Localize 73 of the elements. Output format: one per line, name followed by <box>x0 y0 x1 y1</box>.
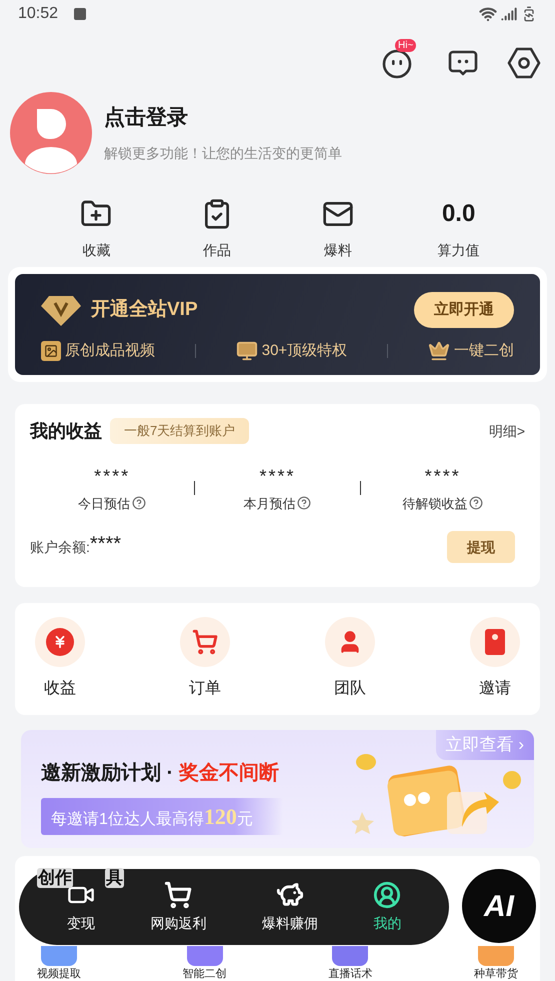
balance-value: **** <box>90 534 122 554</box>
action-item[interactable]: 订单 <box>180 617 230 701</box>
stat-item[interactable]: 作品 <box>156 198 278 261</box>
banner-headline: 邀新激励计划 · 奖金不间断 <box>41 760 280 786</box>
diamond-icon <box>41 294 81 326</box>
tool-item[interactable]: 视频提取 <box>37 946 81 980</box>
tools-title: 具 <box>105 868 124 888</box>
settings-button[interactable] <box>507 46 541 80</box>
stat-label: 算力值 <box>438 241 480 260</box>
tool-label: 直播话术 <box>328 968 372 980</box>
help-icon[interactable] <box>469 496 484 510</box>
keyboard-status-icon <box>74 8 86 20</box>
stat-label: 收藏 <box>82 241 110 260</box>
tool-label: 智能二创 <box>182 968 227 980</box>
cart-icon <box>164 880 192 908</box>
yen-coin-icon <box>46 628 74 656</box>
vip-perk: 原创成品视频 <box>65 341 155 361</box>
details-link[interactable]: 明细> <box>488 420 525 442</box>
action-label: 订单 <box>189 679 221 699</box>
earnings-title: 我的收益 <box>30 420 102 442</box>
tool-item[interactable]: 智能二创 <box>182 946 227 980</box>
vip-perk: 一键二创 <box>454 341 514 361</box>
assistant-button[interactable]: Hi~ <box>381 39 419 79</box>
settlement-tag: 一般7天结算到账户 <box>110 418 250 444</box>
signal-icon <box>501 6 517 22</box>
tool-item[interactable]: 种草带货 <box>474 946 518 980</box>
nav-tab[interactable]: 我的 <box>373 880 402 934</box>
cart-icon <box>192 629 218 655</box>
settings-icon <box>507 46 541 80</box>
stat-value: 0.0 <box>442 199 476 229</box>
banner-offer: 每邀请1位达人最高得120元 <box>41 798 283 835</box>
open-vip-button[interactable]: 立即开通 <box>414 292 514 328</box>
metric-label: 待解锁收益 <box>402 494 468 512</box>
metric-value: **** <box>94 464 130 488</box>
person-icon <box>373 880 402 908</box>
action-label: 邀请 <box>479 678 511 699</box>
action-label: 团队 <box>334 679 366 699</box>
invite-banner[interactable]: 立即查看 › 邀新激励计划 · 奖金不间断 每邀请1位达人最高得120元 <box>21 730 534 848</box>
action-item[interactable]: 收益 <box>35 617 85 701</box>
smiley-face-icon <box>381 47 413 79</box>
wifi-icon <box>479 5 497 23</box>
tool-item[interactable]: 直播话术 <box>328 946 372 980</box>
balance-label: 账户余额: <box>30 538 90 556</box>
action-item[interactable]: 团队 <box>325 617 375 701</box>
metric-value: **** <box>259 464 296 488</box>
help-icon[interactable] <box>132 496 146 510</box>
avatar-placeholder[interactable] <box>10 92 92 174</box>
stat-item[interactable]: 爆料 <box>278 198 398 261</box>
tool-label: 种草带货 <box>474 968 518 980</box>
stat-item[interactable]: 收藏 <box>36 198 157 261</box>
action-item[interactable]: 邀请 <box>470 617 520 701</box>
metric-value: **** <box>424 464 461 488</box>
stat-label: 作品 <box>203 241 232 260</box>
crown-icon <box>428 340 450 362</box>
tool-label: 视频提取 <box>37 968 81 980</box>
action-label: 收益 <box>44 679 76 699</box>
envelope-icon <box>485 629 505 655</box>
stat-item[interactable]: 0.0 算力值 <box>398 198 519 261</box>
help-icon[interactable] <box>297 496 312 510</box>
login-link[interactable]: 点击登录 <box>104 102 342 134</box>
vip-title: 开通全站VIP <box>91 298 198 322</box>
status-time: 10:52 <box>18 4 58 24</box>
piggy-bank-icon <box>276 880 304 908</box>
nav-tab[interactable]: 网购返利 <box>150 880 206 934</box>
vip-perk: 30+顶级特权 <box>262 341 348 361</box>
tools-title: 创作 <box>37 868 73 888</box>
metric-label: 本月预估 <box>243 494 296 512</box>
withdraw-button[interactable]: 提现 <box>447 531 515 563</box>
metric-label: 今日预估 <box>78 494 130 512</box>
nav-tab[interactable]: 爆料赚佣 <box>262 880 318 934</box>
stat-label: 爆料 <box>324 241 352 260</box>
profile-subtitle: 解锁更多功能！让您的生活变的更简单 <box>104 144 342 164</box>
screen-icon <box>236 340 258 362</box>
